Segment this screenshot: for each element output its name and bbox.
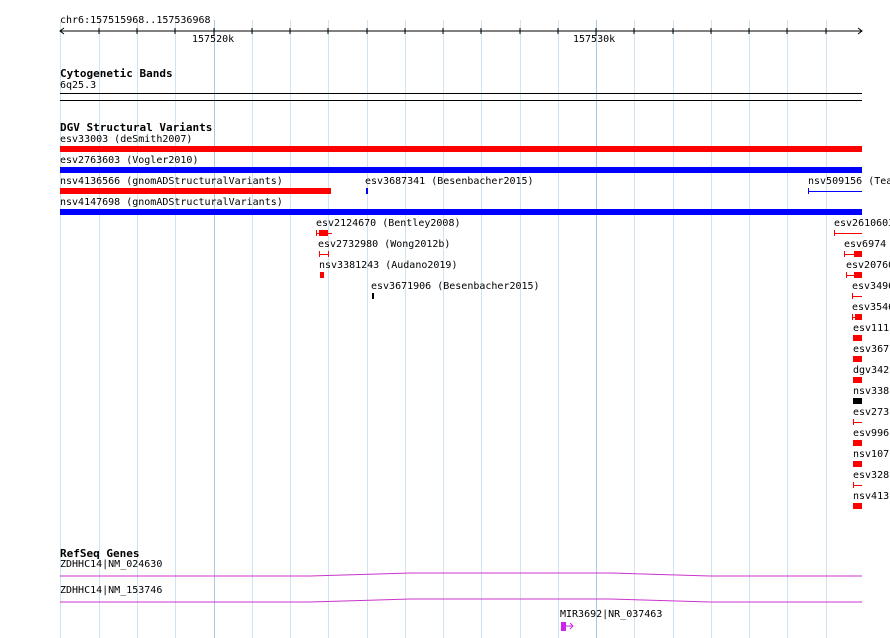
cytoband-bar[interactable] xyxy=(60,93,862,94)
variant-label[interactable]: dgv342 xyxy=(853,365,889,377)
ruler-tick-label: 157530k xyxy=(573,34,616,45)
grid-line xyxy=(481,20,482,638)
track-title-cytobands[interactable]: Cytogenetic Bands xyxy=(60,67,173,80)
cytoband-label: 6q25.3 xyxy=(60,80,97,91)
ruler-axis[interactable] xyxy=(58,26,864,42)
variant-bar-gain[interactable] xyxy=(808,188,862,194)
variant-bar-loss[interactable] xyxy=(320,272,324,278)
variant-bar-gain[interactable] xyxy=(366,188,368,194)
variant-label[interactable]: nsv413 xyxy=(853,491,889,503)
variant-bar-complex[interactable] xyxy=(853,398,862,404)
variant-bar-loss[interactable] xyxy=(853,377,862,383)
variant-bar-loss[interactable] xyxy=(60,188,331,194)
grid-line xyxy=(787,20,788,638)
grid-line xyxy=(558,20,559,638)
variant-bar-gain[interactable] xyxy=(60,209,862,215)
variant-label[interactable]: esv111 xyxy=(853,323,889,335)
grid-line xyxy=(634,20,635,638)
gene-model-mir3692[interactable] xyxy=(560,621,576,633)
grid-line xyxy=(673,20,674,638)
variant-bar-loss[interactable] xyxy=(852,293,862,299)
grid-line xyxy=(443,20,444,638)
variant-bar-loss[interactable] xyxy=(60,146,862,152)
grid-line-major xyxy=(214,20,215,638)
grid-line xyxy=(749,20,750,638)
grid-line-major xyxy=(596,20,597,638)
variant-label[interactable]: nsv4136566 (gnomADStructuralVariants) xyxy=(60,176,283,188)
variant-label[interactable]: esv367 xyxy=(853,344,889,356)
variant-bar-loss[interactable] xyxy=(853,419,862,425)
grid-line xyxy=(99,20,100,638)
grid-line xyxy=(252,20,253,638)
variant-bar-loss[interactable] xyxy=(853,482,862,488)
variant-label[interactable]: esv2763603 (Vogler2010) xyxy=(60,155,198,167)
variant-label[interactable]: nsv3381243 (Audano2019) xyxy=(319,260,457,272)
gene-model-zdhhc14-nm153746[interactable] xyxy=(60,596,862,606)
ruler-tick-label: 157520k xyxy=(192,34,235,45)
grid-line xyxy=(826,20,827,638)
variant-bar-loss[interactable] xyxy=(853,356,862,362)
variant-label[interactable]: esv3687341 (Besenbacher2015) xyxy=(365,176,534,188)
variant-label[interactable]: esv20760 xyxy=(846,260,890,272)
variant-label[interactable]: esv6974 xyxy=(844,239,886,251)
variant-label[interactable]: esv3546 xyxy=(852,302,890,314)
grid-line xyxy=(367,20,368,638)
track-separator xyxy=(60,100,862,101)
grid-line xyxy=(520,20,521,638)
grid-line xyxy=(137,20,138,638)
variant-bar-loss[interactable] xyxy=(853,461,862,467)
variant-label[interactable]: esv3671906 (Besenbacher2015) xyxy=(371,281,540,293)
variant-bar-loss[interactable] xyxy=(844,251,862,257)
variant-bar-loss[interactable] xyxy=(846,272,862,278)
variant-label[interactable]: esv2610603 xyxy=(834,218,890,230)
variant-label[interactable]: esv328 xyxy=(853,470,889,482)
variant-label[interactable]: nsv509156 (Tea xyxy=(808,176,890,188)
variant-bar-complex[interactable] xyxy=(372,293,374,299)
variant-label[interactable]: esv2732980 (Wong2012b) xyxy=(318,239,450,251)
grid-line xyxy=(290,20,291,638)
variant-bar-loss[interactable] xyxy=(316,230,332,236)
variant-label[interactable]: esv33003 (deSmith2007) xyxy=(60,134,192,146)
variant-bar-loss[interactable] xyxy=(319,251,329,257)
variant-label[interactable]: nsv4147698 (gnomADStructuralVariants) xyxy=(60,197,283,209)
track-title-dgv[interactable]: DGV Structural Variants xyxy=(60,121,212,134)
gene-model-zdhhc14-nm024630[interactable] xyxy=(60,570,862,580)
variant-bar-loss[interactable] xyxy=(834,230,862,236)
grid-line xyxy=(175,20,176,638)
variant-label[interactable]: nsv338 xyxy=(853,386,889,398)
variant-label[interactable]: esv2124670 (Bentley2008) xyxy=(316,218,461,230)
variant-bar-loss[interactable] xyxy=(853,503,862,509)
variant-bar-gain[interactable] xyxy=(60,167,862,173)
grid-line xyxy=(405,20,406,638)
variant-bar-loss[interactable] xyxy=(853,335,862,341)
grid-line xyxy=(60,20,61,638)
variant-label[interactable]: esv3496 xyxy=(852,281,890,293)
variant-bar-loss[interactable] xyxy=(852,314,862,320)
variant-bar-loss[interactable] xyxy=(853,440,862,446)
variant-label[interactable]: esv996 xyxy=(853,428,889,440)
gene-label[interactable]: MIR3692|NR_037463 xyxy=(560,609,662,621)
grid-line xyxy=(328,20,329,638)
variant-label[interactable]: esv273 xyxy=(853,407,889,419)
grid-line xyxy=(711,20,712,638)
variant-label[interactable]: nsv107 xyxy=(853,449,889,461)
